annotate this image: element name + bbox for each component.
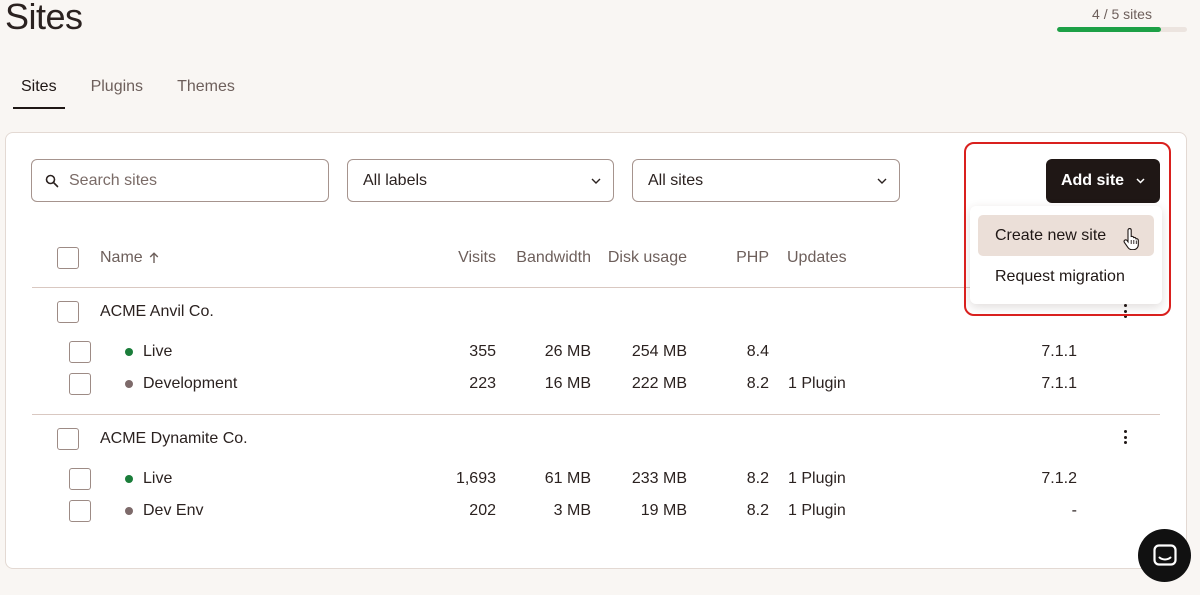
version-value: 7.1.1 — [1041, 375, 1077, 392]
environment-label: Live — [143, 343, 173, 360]
site-more-options-icon[interactable] — [1119, 428, 1131, 446]
php-value: 8.4 — [746, 343, 769, 360]
php-value: 8.2 — [746, 470, 769, 487]
site-checkbox[interactable] — [57, 428, 79, 450]
environment-label: Live — [143, 470, 173, 487]
environment-name[interactable]: Development — [125, 375, 237, 393]
add-site-button[interactable]: Add site — [1046, 159, 1160, 203]
site-name[interactable]: ACME Anvil Co. — [100, 303, 214, 321]
site-usage-label: 4 / 5 sites — [1092, 6, 1152, 22]
environment-label: Dev Env — [143, 502, 204, 519]
labels-filter-value: All labels — [363, 171, 428, 189]
visits-value: 355 — [469, 343, 496, 360]
disk-usage-value: 222 MB — [631, 375, 687, 392]
tab-themes[interactable]: Themes — [169, 78, 243, 109]
bandwidth-value: 16 MB — [544, 375, 591, 392]
disk-usage-value: 19 MB — [640, 502, 687, 519]
site-checkbox[interactable] — [57, 301, 79, 323]
select-all-checkbox[interactable] — [57, 247, 79, 269]
sort-ascending-arrow-icon — [149, 252, 158, 263]
site-usage-bar — [1057, 27, 1187, 32]
page-title: Sites — [5, 0, 83, 37]
disk-usage-value: 254 MB — [631, 343, 687, 360]
column-header-disk-usage[interactable]: Disk usage — [600, 249, 687, 267]
search-input[interactable] — [69, 171, 309, 190]
environment-checkbox[interactable] — [69, 468, 91, 490]
site-more-options-icon[interactable] — [1119, 302, 1131, 320]
tab-sites[interactable]: Sites — [13, 78, 65, 109]
labels-filter-select[interactable]: All labels — [347, 159, 614, 202]
search-box[interactable] — [31, 159, 329, 202]
site-usage-fill — [1057, 27, 1161, 32]
environment-label: Development — [143, 375, 238, 392]
column-header-name-label: Name — [100, 249, 143, 266]
search-icon — [45, 174, 59, 187]
visits-value: 223 — [469, 375, 496, 392]
site-usage-meter: 4 / 5 sites — [1057, 6, 1187, 32]
visits-value: 202 — [469, 502, 496, 519]
updates-value[interactable]: 1 Plugin — [788, 375, 846, 393]
environment-checkbox[interactable] — [69, 373, 91, 395]
environment-name[interactable]: Live — [125, 470, 172, 488]
version-value: 7.1.1 — [1041, 343, 1077, 360]
section-tabs: Sites Plugins Themes — [13, 78, 261, 109]
environment-checkbox[interactable] — [69, 341, 91, 363]
site-name[interactable]: ACME Dynamite Co. — [100, 430, 248, 448]
chat-launcher-button[interactable] — [1138, 529, 1191, 582]
column-header-php[interactable]: PHP — [720, 249, 769, 267]
chevron-down-icon — [877, 178, 887, 184]
column-header-bandwidth[interactable]: Bandwidth — [510, 249, 591, 267]
sites-filter-select[interactable]: All sites — [632, 159, 900, 202]
chat-bubble-icon — [1152, 543, 1177, 566]
disk-usage-value: 233 MB — [631, 470, 687, 487]
column-header-updates[interactable]: Updates — [787, 249, 847, 267]
chevron-down-icon — [1136, 178, 1145, 184]
add-site-label: Add site — [1060, 172, 1125, 189]
version-value: 7.1.2 — [1041, 470, 1077, 487]
environment-checkbox[interactable] — [69, 500, 91, 522]
environment-status-dot — [125, 380, 133, 388]
hand-pointer-cursor-icon — [1123, 228, 1139, 250]
environment-status-dot — [125, 507, 133, 515]
visits-value: 1,693 — [455, 470, 496, 487]
add-site-menu: Create new site Request migration — [970, 206, 1162, 304]
php-value: 8.2 — [746, 375, 769, 392]
environment-status-dot — [125, 475, 133, 483]
tab-plugins[interactable]: Plugins — [83, 78, 151, 109]
bandwidth-value: 3 MB — [553, 502, 591, 519]
site-divider — [32, 414, 1160, 415]
environment-name[interactable]: Live — [125, 343, 172, 361]
php-value: 8.2 — [746, 502, 769, 519]
column-header-name[interactable]: Name — [100, 249, 159, 267]
updates-value[interactable]: 1 Plugin — [788, 470, 846, 488]
updates-value[interactable]: 1 Plugin — [788, 502, 846, 520]
bandwidth-value: 26 MB — [544, 343, 591, 360]
version-value: - — [1071, 502, 1077, 519]
environment-name[interactable]: Dev Env — [125, 502, 203, 520]
chevron-down-icon — [591, 178, 601, 184]
bandwidth-value: 61 MB — [544, 470, 591, 487]
column-header-visits[interactable]: Visits — [440, 249, 496, 267]
environment-status-dot — [125, 348, 133, 356]
sites-filter-value: All sites — [648, 171, 704, 189]
menu-item-request-migration[interactable]: Request migration — [978, 256, 1154, 297]
